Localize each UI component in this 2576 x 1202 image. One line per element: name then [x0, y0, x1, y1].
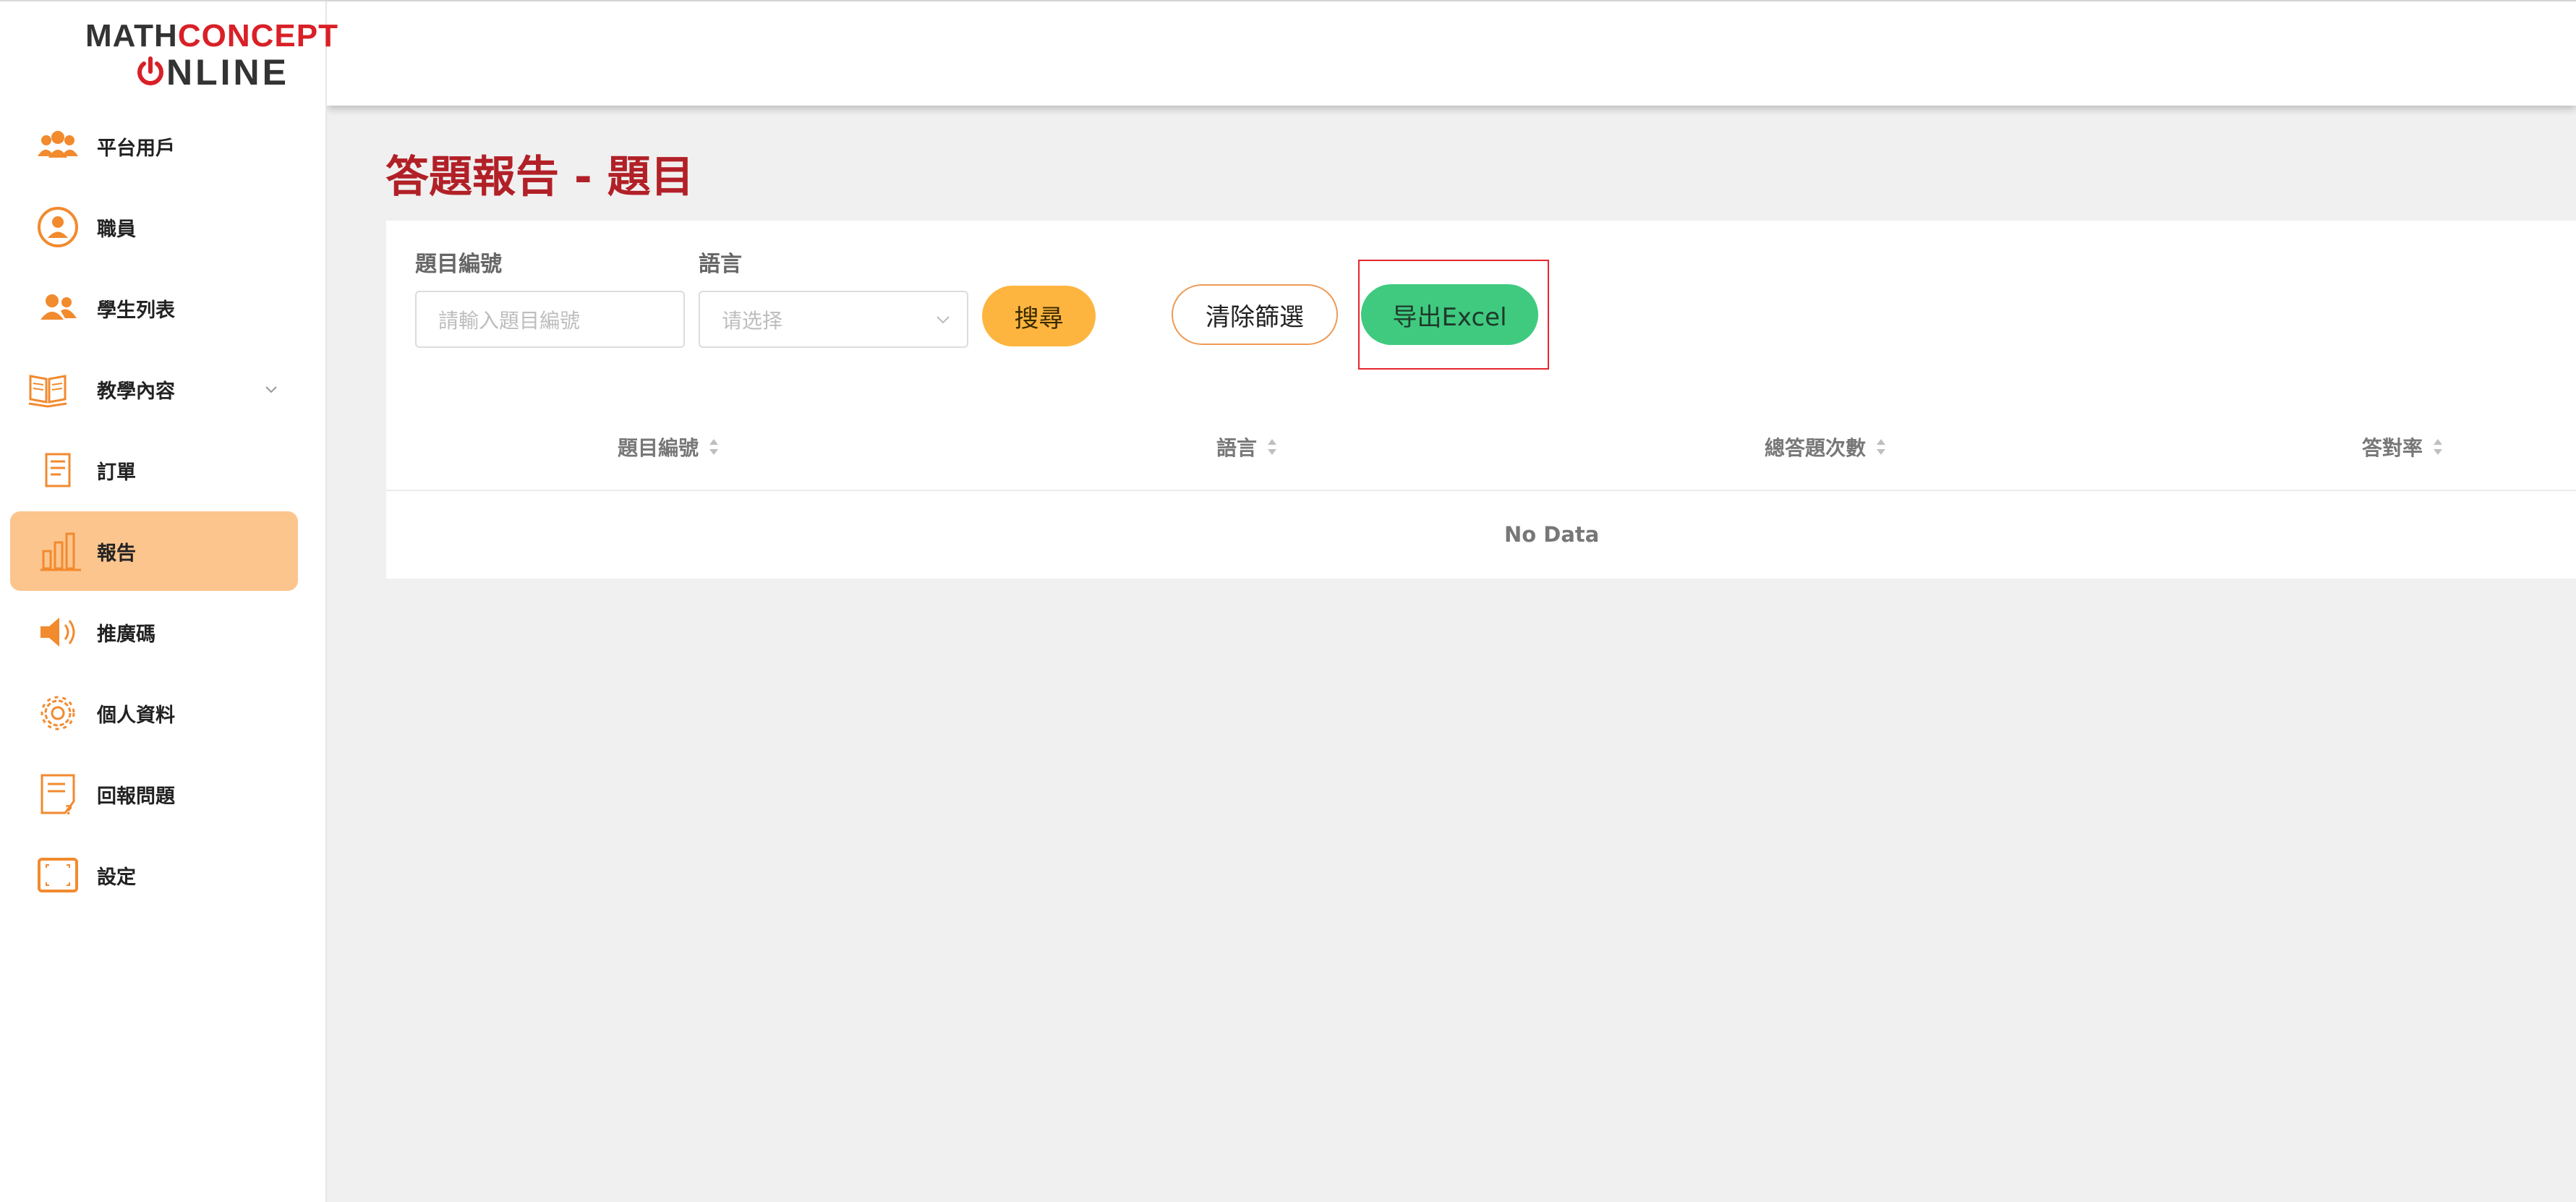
- column-header-label: 總答題次數: [1765, 436, 1867, 460]
- gear-icon: [40, 696, 75, 730]
- sidebar-item-students[interactable]: 學生列表: [10, 268, 298, 348]
- sidebar-item-label: 平台用戶: [97, 137, 175, 160]
- sidebar-item-label: 學生列表: [97, 299, 175, 322]
- top-header-bar: [327, 1, 2576, 106]
- receipt-icon: [45, 453, 71, 487]
- sort-icon[interactable]: [1266, 438, 1279, 456]
- logo-text-math: MATH: [85, 18, 178, 54]
- empty-table-text: No Data: [1504, 522, 1600, 547]
- sidebar-item-orders[interactable]: 訂單: [10, 430, 298, 510]
- sidebar-item-profile[interactable]: 個人資料: [10, 673, 298, 753]
- sidebar-item-label: 設定: [97, 866, 136, 889]
- chevron-down-icon: [937, 316, 950, 324]
- sidebar-item-platform-users[interactable]: 平台用戶: [10, 106, 298, 186]
- column-header-accuracy[interactable]: 答對率: [2362, 432, 2444, 461]
- column-header-total-attempts[interactable]: 總答題次數: [1765, 432, 1888, 461]
- clear-filter-button[interactable]: 清除篩選: [1172, 284, 1338, 345]
- report-question-icon: ?: [40, 774, 75, 816]
- logo-text-concept: CONCEPT: [177, 18, 338, 54]
- sidebar-item-label: 職員: [97, 218, 136, 241]
- sidebar-item-label: 教學內容: [97, 380, 175, 403]
- sidebar-item-label: 報告: [97, 542, 136, 565]
- power-icon: [137, 56, 163, 85]
- sidebar-item-promo-code[interactable]: 推廣碼: [10, 592, 298, 672]
- column-header-label: 語言: [1216, 436, 1258, 460]
- column-header-language[interactable]: 語言: [1216, 432, 1279, 461]
- sidebar-item-label: 推廣碼: [97, 623, 155, 646]
- page-title: 答題報告 - 題目: [385, 152, 694, 203]
- users-group-icon: [38, 131, 78, 158]
- sort-icon[interactable]: [707, 438, 720, 456]
- column-header-question-id[interactable]: 題目編號: [618, 432, 720, 461]
- svg-text:?: ?: [65, 803, 72, 816]
- language-placeholder: 请选择: [722, 308, 783, 333]
- question-id-input[interactable]: 請輸入題目編號: [415, 291, 685, 348]
- sidebar-item-report-issue[interactable]: ? 回報問題: [10, 754, 298, 834]
- chevron-down-icon[interactable]: [263, 381, 279, 397]
- sidebar-item-label: 回報問題: [97, 785, 175, 808]
- sidebar-item-reports[interactable]: 報告: [10, 511, 298, 591]
- table-header-divider: [386, 490, 2576, 491]
- highlight-box: [1358, 260, 1549, 370]
- column-header-label: 題目編號: [618, 436, 699, 460]
- sort-icon[interactable]: [2431, 438, 2444, 456]
- search-button[interactable]: 搜尋: [982, 286, 1096, 346]
- language-select[interactable]: 请选择: [699, 291, 968, 348]
- settings-frame-icon: [38, 858, 78, 892]
- logo-text-online: NLINE: [166, 52, 289, 93]
- sidebar-item-staff[interactable]: 職員: [10, 187, 298, 267]
- sidebar-item-label: 個人資料: [97, 704, 175, 727]
- book-icon: [28, 375, 67, 408]
- students-icon: [40, 294, 77, 320]
- sidebar-item-settings[interactable]: 設定: [10, 835, 298, 915]
- column-header-label: 答對率: [2362, 436, 2423, 460]
- bar-chart-icon: [40, 532, 81, 571]
- user-circle-icon: [38, 207, 78, 247]
- sort-icon[interactable]: [1875, 438, 1888, 456]
- question-id-label: 題目編號: [415, 252, 502, 277]
- megaphone-icon: [40, 618, 75, 647]
- sidebar-item-teaching-content[interactable]: 教學內容: [10, 349, 298, 429]
- sidebar-item-label: 訂單: [97, 461, 136, 484]
- language-label: 語言: [699, 252, 742, 277]
- question-id-placeholder: 請輸入題目編號: [438, 308, 581, 333]
- sidebar: MATHCONCEPT NLINE 平台用戶 職員 學生列表 教學內容 訂單 報…: [0, 1, 338, 1202]
- logo[interactable]: MATHCONCEPT NLINE: [85, 18, 338, 93]
